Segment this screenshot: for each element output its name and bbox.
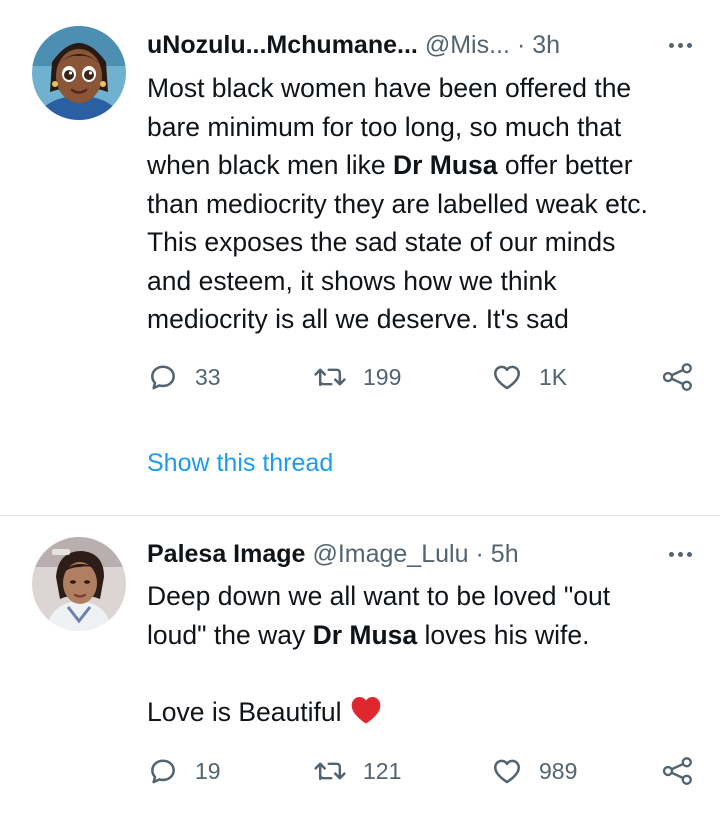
more-options-icon[interactable]	[652, 28, 692, 62]
avatar[interactable]	[32, 26, 126, 120]
avatar-cartoon-woman-icon	[32, 26, 126, 120]
text-segment: loud" the way	[147, 619, 313, 650]
divider	[0, 515, 720, 516]
text-line: and esteem, it shows how we think	[147, 265, 557, 296]
tweet-header: uNozulu...Mchumane... @Mis... · 3h	[147, 28, 692, 62]
reply-icon	[151, 759, 175, 784]
like-button[interactable]: 1K	[491, 357, 567, 397]
tweet[interactable]: Palesa Image @Image_Lulu · 5h Deep down …	[0, 517, 720, 829]
tweet-text: Deep down we all want to be loved "out l…	[147, 577, 697, 735]
tweet-text: Most black women have been offered the b…	[147, 69, 697, 339]
like-button[interactable]: 989	[491, 751, 577, 791]
display-name[interactable]: uNozulu...Mchumane...	[147, 28, 418, 62]
text-line: loud" the way Dr Musa loves his wife.	[147, 616, 697, 655]
text-line: when black men like Dr Musa offer better	[147, 146, 697, 185]
timestamp[interactable]: 5h	[491, 537, 519, 571]
text-segment: when black men like	[147, 150, 393, 180]
like-icon	[494, 365, 520, 390]
tweet-actions: 33 199 1K	[147, 357, 695, 397]
separator-dot: ·	[475, 540, 484, 568]
reply-icon	[151, 365, 175, 390]
reply-count: 33	[195, 363, 221, 390]
more-options-icon[interactable]	[652, 537, 692, 571]
separator-dot: ·	[516, 31, 526, 59]
show-thread-link[interactable]: Show this thread	[147, 446, 333, 480]
reply-button[interactable]: 33	[147, 357, 221, 397]
retweet-icon	[314, 762, 346, 781]
text-segment: offer better	[497, 150, 633, 180]
retweet-button[interactable]: 199	[313, 357, 401, 397]
share-icon	[662, 363, 692, 391]
text-line: bare minimum for too long, so much that	[147, 111, 622, 142]
text-line: Love is Beautiful	[147, 693, 697, 736]
retweet-button[interactable]: 121	[313, 751, 401, 791]
tweet-header: Palesa Image @Image_Lulu · 5h	[147, 537, 692, 571]
tweet[interactable]: uNozulu...Mchumane... @Mis... · 3h Most …	[0, 0, 720, 516]
share-button[interactable]	[661, 357, 695, 397]
retweet-icon	[314, 368, 346, 387]
mention-bold: Dr Musa	[312, 619, 418, 650]
text-line: than mediocrity they are labelled weak e…	[147, 188, 648, 219]
avatar-photo-woman-icon	[32, 537, 126, 631]
like-count: 989	[539, 757, 578, 784]
reply-button[interactable]: 19	[147, 751, 221, 791]
display-name[interactable]: Palesa Image	[147, 537, 305, 571]
red-heart-emoji-icon	[349, 695, 383, 736]
text-segment: Love is Beautiful	[147, 696, 342, 727]
tweet-actions: 19 121 989	[147, 751, 695, 791]
retweet-count: 199	[363, 363, 402, 390]
like-icon	[494, 759, 520, 784]
mention-bold: Dr Musa	[392, 150, 498, 180]
retweet-count: 121	[363, 757, 402, 784]
avatar[interactable]	[32, 537, 126, 631]
user-handle[interactable]: @Image_Lulu	[312, 537, 468, 571]
text-line: This exposes the sad state of our minds	[147, 227, 616, 257]
like-count: 1K	[539, 363, 568, 390]
user-handle[interactable]: @Mis...	[425, 28, 510, 62]
text-line: Deep down we all want to be loved "out	[147, 581, 611, 611]
text-line: mediocrity is all we deserve. It's sad	[147, 304, 569, 334]
reply-count: 19	[195, 757, 221, 784]
text-segment: loves his wife.	[417, 619, 590, 650]
text-line: Most black women have been offered the	[147, 73, 632, 103]
share-button[interactable]	[661, 751, 695, 791]
share-icon	[662, 757, 692, 785]
timestamp[interactable]: 3h	[532, 28, 560, 62]
